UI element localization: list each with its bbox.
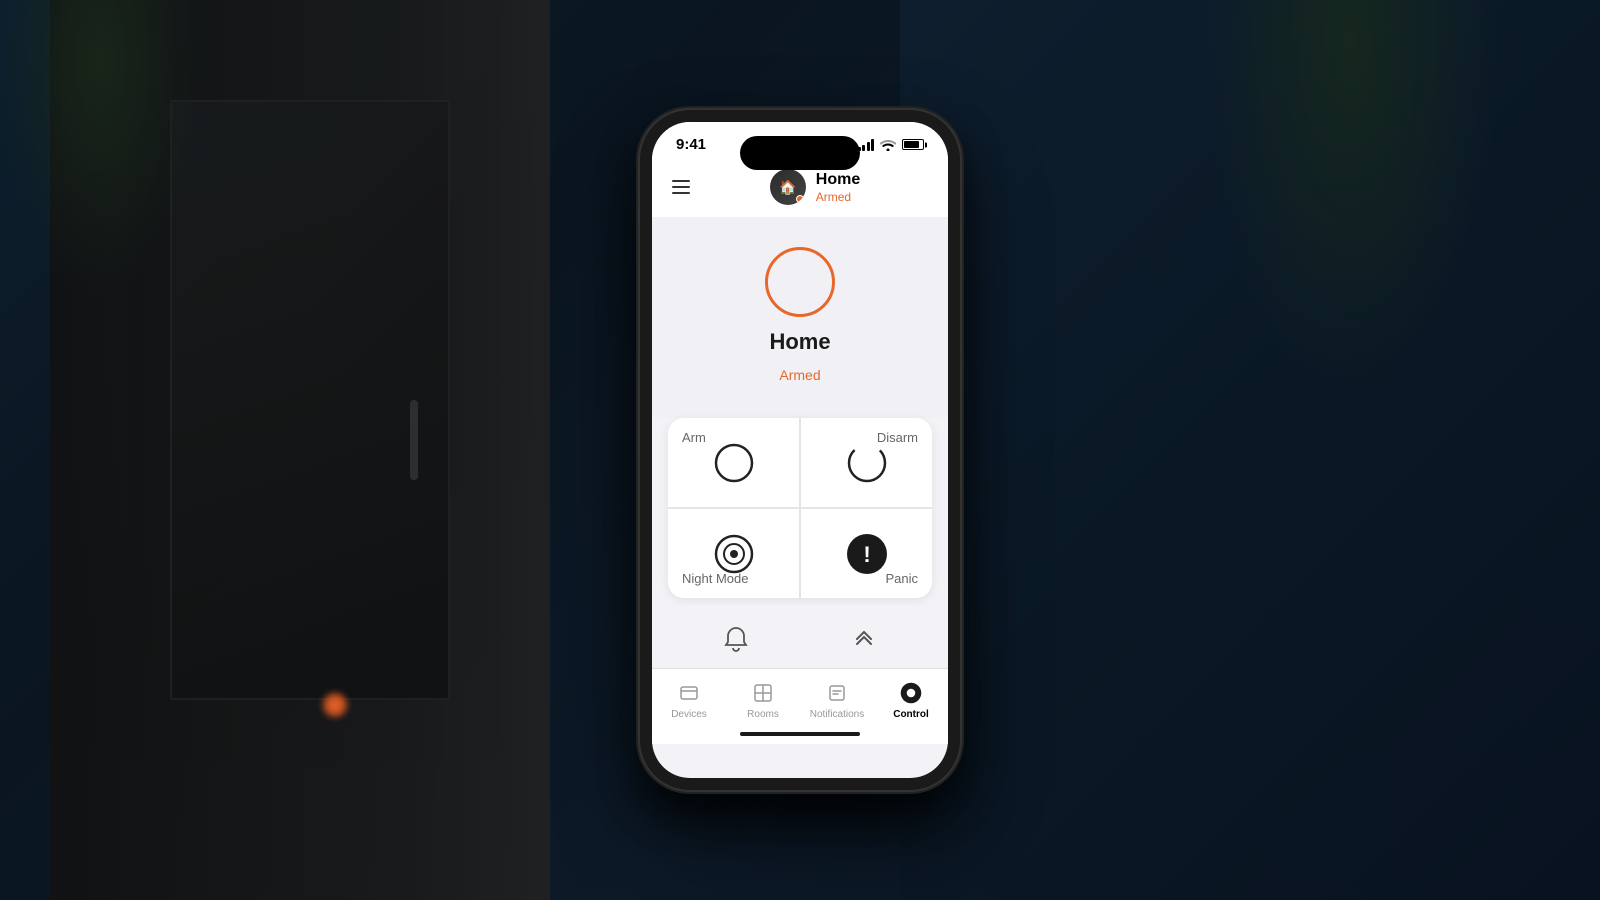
menu-line-3: [672, 192, 690, 194]
disarm-icon: [845, 441, 889, 485]
tab-devices[interactable]: Devices: [652, 677, 726, 724]
tab-notifications-label: Notifications: [810, 709, 864, 720]
panic-label: Panic: [885, 571, 918, 586]
wifi-icon: [880, 139, 896, 151]
dynamic-island: [740, 136, 860, 170]
app-body: 9:41: [652, 122, 948, 778]
signal-bar-2: [862, 145, 865, 151]
door: [170, 100, 450, 700]
notifications-icon: [826, 682, 848, 704]
menu-line-1: [672, 180, 690, 182]
phone-wrapper: 9:41: [640, 110, 960, 790]
tab-rooms[interactable]: Rooms: [726, 677, 800, 724]
devices-icon: [678, 682, 700, 704]
notifications-quick-button[interactable]: [716, 620, 756, 660]
ground-light: [320, 690, 350, 720]
home-bar: [740, 732, 860, 736]
control-panel: Arm Disarm: [668, 418, 932, 598]
devices-tab-icon: [677, 681, 701, 705]
tab-bar: Devices Rooms: [652, 668, 948, 728]
control-grid: Arm Disarm: [668, 418, 932, 598]
control-tab-icon: [899, 681, 923, 705]
bottom-quick-bar: [652, 606, 948, 668]
menu-button[interactable]: [672, 180, 690, 194]
security-status-state: Armed: [779, 367, 820, 383]
chevron-up-icon: [850, 626, 878, 654]
tab-notifications[interactable]: Notifications: [800, 677, 874, 724]
phone-screen: 9:41: [652, 122, 948, 778]
tab-devices-label: Devices: [671, 709, 707, 720]
signal-bar-4: [871, 139, 874, 151]
tab-control[interactable]: Control: [874, 677, 948, 724]
tree-right: [1200, 0, 1500, 400]
avatar-status-dot: [796, 195, 804, 203]
door-handle: [410, 400, 418, 480]
signal-bars-icon: [858, 139, 875, 151]
control-icon: [899, 679, 923, 707]
night-mode-label: Night Mode: [682, 571, 748, 586]
status-ring-icon: [765, 247, 835, 317]
notifications-tab-icon: [825, 681, 849, 705]
header-center: 🏠 Home Armed: [702, 169, 928, 205]
security-status-label: Home: [769, 329, 830, 355]
header-title: Home: [816, 170, 860, 189]
phone-frame: 9:41: [640, 110, 960, 790]
avatar: 🏠: [770, 169, 806, 205]
rooms-icon: [752, 682, 774, 704]
battery-icon: [902, 139, 924, 150]
panic-icon: !: [845, 532, 889, 576]
disarm-button[interactable]: Disarm: [800, 418, 932, 508]
arm-button[interactable]: Arm: [668, 418, 800, 508]
tab-control-label: Control: [893, 709, 929, 720]
battery-fill: [904, 141, 919, 148]
night-mode-button[interactable]: Night Mode: [668, 508, 800, 598]
status-time: 9:41: [676, 136, 706, 153]
arm-icon: [712, 441, 756, 485]
header-subtitle: Armed: [816, 190, 860, 204]
panic-button[interactable]: ! Panic: [800, 508, 932, 598]
tree-left: [0, 0, 200, 300]
arm-label: Arm: [682, 430, 706, 445]
svg-text:!: !: [863, 542, 870, 567]
night-mode-icon: [712, 532, 756, 576]
control-panel-wrapper: Arm Disarm: [652, 418, 948, 606]
menu-line-2: [672, 186, 690, 188]
bell-icon: [723, 626, 749, 654]
signal-bar-3: [867, 142, 870, 151]
security-status-panel: Home Armed: [652, 217, 948, 418]
home-indicator: [652, 728, 948, 744]
expand-quick-button[interactable]: [844, 620, 884, 660]
rooms-tab-icon: [751, 681, 775, 705]
tab-rooms-label: Rooms: [747, 709, 779, 720]
status-icons: [858, 139, 925, 151]
header-text: Home Armed: [816, 170, 860, 203]
disarm-label: Disarm: [877, 430, 918, 445]
